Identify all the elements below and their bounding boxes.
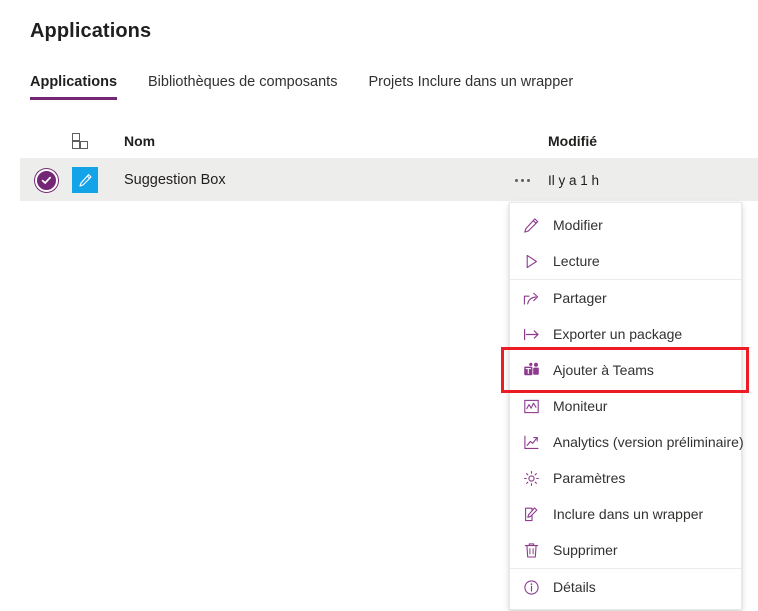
menu-item-label: Exporter un package (553, 326, 683, 342)
wrapper-edit-icon (523, 506, 545, 523)
menu-item-lecture[interactable]: Lecture (510, 243, 741, 280)
menu-item-parametres[interactable]: Paramètres (510, 460, 741, 496)
menu-item-partager[interactable]: Partager (510, 280, 741, 316)
menu-item-label: Supprimer (553, 542, 618, 558)
grid-header-row: Nom Modifié (20, 124, 758, 159)
tab-projets-inclure-dans-un-wrapper[interactable]: Projets Inclure dans un wrapper (368, 74, 573, 100)
tab-bibliotheques-de-composants[interactable]: Bibliothèques de composants (148, 74, 337, 100)
pencil-icon (523, 217, 545, 234)
row-select-cell[interactable] (20, 168, 72, 192)
monitor-chart-icon (523, 398, 545, 415)
menu-item-ajouter-a-teams[interactable]: Ajouter à Teams (501, 347, 749, 393)
info-circle-icon (523, 579, 545, 596)
row-app-icon-cell (72, 167, 116, 193)
menu-item-label: Inclure dans un wrapper (553, 506, 704, 522)
menu-item-moniteur[interactable]: Moniteur (510, 388, 741, 424)
header-icon-cell (72, 132, 116, 150)
share-icon (523, 290, 545, 307)
row-overflow-cell[interactable] (496, 178, 548, 182)
menu-item-label: Ajouter à Teams (553, 362, 654, 378)
tab-strip: Applications Bibliothèques de composants… (30, 74, 604, 100)
app-context-menu: Modifier Lecture Partager Exporter un pa… (501, 202, 749, 610)
export-arrow-icon (523, 326, 545, 343)
tab-label: Projets Inclure dans un wrapper (368, 74, 574, 90)
tab-label: Bibliothèques de composants (148, 74, 338, 90)
row-modified-cell: Il y a 1 h (548, 173, 758, 188)
menu-item-label: Lecture (553, 253, 600, 269)
checkmark-circle-icon[interactable] (34, 168, 58, 192)
analytics-trend-icon (523, 434, 545, 451)
page-title: Applications (30, 20, 152, 42)
menu-item-label: Partager (553, 290, 607, 306)
row-name-cell[interactable]: Suggestion Box (116, 172, 496, 188)
gear-icon (523, 470, 545, 487)
table-row[interactable]: Suggestion Box Il y a 1 h (20, 159, 758, 201)
menu-item-exporter-un-package[interactable]: Exporter un package (510, 316, 741, 352)
ellipsis-dot (514, 178, 518, 182)
modified-label: Il y a 1 h (548, 172, 600, 188)
menu-item-label: Détails (553, 579, 596, 595)
play-triangle-icon (523, 253, 545, 270)
header-modified-label: Modifié (548, 133, 597, 149)
ellipsis-icon[interactable] (514, 178, 530, 182)
app-name-label: Suggestion Box (124, 172, 226, 188)
menu-item-label: Analytics (version préliminaire) (553, 434, 744, 450)
trash-icon (523, 542, 545, 559)
ellipsis-dot (520, 178, 524, 182)
applications-grid: Nom Modifié Suggestion Box Il y a 1 h (20, 124, 758, 201)
ellipsis-dot (526, 178, 530, 182)
menu-item-modifier[interactable]: Modifier (510, 207, 741, 243)
menu-item-label: Modifier (553, 217, 603, 233)
pencil-icon (72, 167, 98, 193)
header-name-cell[interactable]: Nom (116, 133, 496, 149)
header-modified-cell[interactable]: Modifié (548, 133, 758, 149)
menu-item-inclure-dans-un-wrapper[interactable]: Inclure dans un wrapper (510, 496, 741, 532)
grid-layout-icon (72, 132, 89, 150)
menu-item-label: Paramètres (553, 470, 626, 486)
tab-applications[interactable]: Applications (30, 74, 118, 100)
tab-label: Applications (30, 74, 118, 90)
menu-item-supprimer[interactable]: Supprimer (510, 532, 741, 569)
teams-icon (523, 362, 545, 379)
header-name-label: Nom (124, 133, 156, 149)
menu-item-details[interactable]: Détails (510, 569, 741, 605)
menu-item-analytics[interactable]: Analytics (version préliminaire) (510, 424, 744, 460)
menu-item-label: Moniteur (553, 398, 608, 414)
